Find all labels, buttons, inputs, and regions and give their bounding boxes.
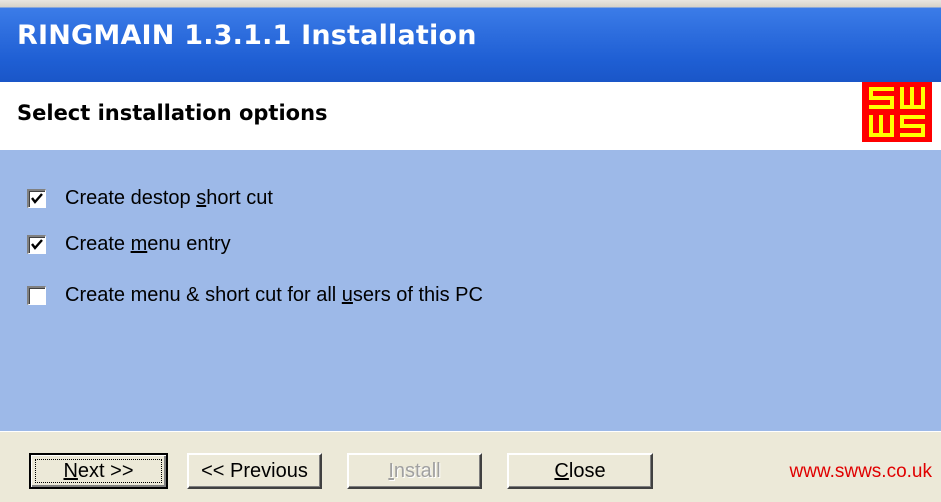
checkmark-icon <box>31 238 43 250</box>
checkmark-icon <box>31 192 43 204</box>
close-button[interactable]: Close <box>507 453 653 489</box>
swws-logo-icon <box>862 82 932 142</box>
window-title: RINGMAIN 1.3.1.1 Installation <box>17 20 477 51</box>
swws-logo <box>862 82 932 142</box>
button-bar: Next >> << Previous Install Close www.sw… <box>0 431 941 502</box>
options-panel: Create destop short cut Create menu entr… <box>0 150 941 431</box>
installer-window: RINGMAIN 1.3.1.1 Installation Select ins… <box>0 0 941 502</box>
desktop-shortcut-label: Create destop short cut <box>65 186 273 209</box>
website-link[interactable]: www.swws.co.uk <box>789 461 932 483</box>
menu-entry-label: Create menu entry <box>65 232 231 255</box>
desktop-shortcut-checkbox[interactable] <box>27 188 46 208</box>
option-menu-entry[interactable]: Create menu entry <box>27 232 231 256</box>
menu-entry-checkbox[interactable] <box>27 234 46 254</box>
next-button[interactable]: Next >> <box>29 453 168 489</box>
option-desktop-shortcut[interactable]: Create destop short cut <box>27 186 273 210</box>
all-users-checkbox[interactable] <box>27 285 46 305</box>
previous-button[interactable]: << Previous <box>187 453 322 489</box>
all-users-label: Create menu & short cut for all users of… <box>65 283 483 306</box>
title-bar[interactable]: RINGMAIN 1.3.1.1 Installation <box>0 0 941 82</box>
install-button[interactable]: Install <box>347 453 482 489</box>
focus-rect <box>35 459 162 483</box>
page-subtitle: Select installation options <box>17 101 328 125</box>
option-all-users[interactable]: Create menu & short cut for all users of… <box>27 283 483 307</box>
header-panel: Select installation options <box>0 82 941 150</box>
